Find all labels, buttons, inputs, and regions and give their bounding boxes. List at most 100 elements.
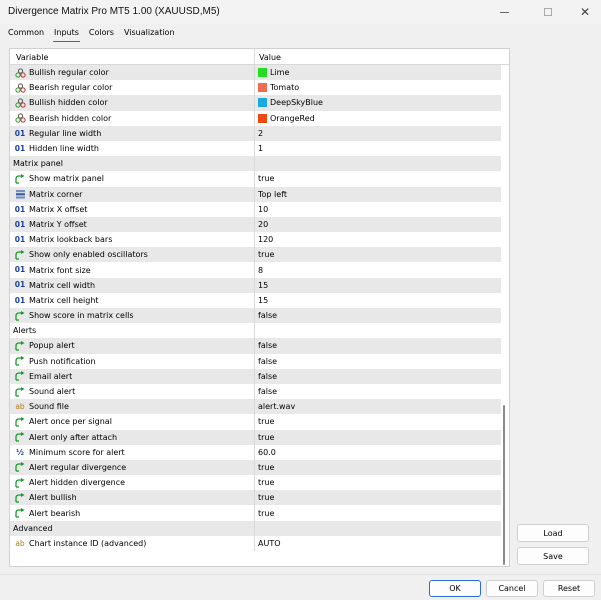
parameter-label: Matrix cell width (29, 280, 96, 290)
group-row[interactable]: Matrix panel (10, 156, 501, 172)
value-cell[interactable]: 15 (255, 293, 501, 308)
value-cell[interactable]: false (255, 338, 501, 353)
variable-cell: 01 Regular line width (10, 125, 255, 141)
parameter-label: Push notification (29, 356, 96, 366)
parameter-row[interactable]: Alert bullish true (10, 490, 501, 506)
parameter-row[interactable]: Bullish regular color Lime (10, 65, 501, 81)
parameter-row[interactable]: Popup alert false (10, 338, 501, 354)
value-cell[interactable]: DeepSkyBlue (255, 95, 501, 110)
maximize-button[interactable] (530, 0, 566, 24)
value-cell[interactable]: true (255, 475, 501, 490)
parameter-row[interactable]: Bullish hidden color DeepSkyBlue (10, 95, 501, 111)
value-cell[interactable]: true (255, 247, 501, 262)
value-cell (255, 323, 501, 338)
parameter-row[interactable]: 01 Regular line width 2 (10, 125, 501, 141)
value-cell[interactable]: false (255, 354, 501, 369)
value-cell[interactable]: true (255, 490, 501, 505)
color-icon (14, 98, 26, 108)
value-cell[interactable]: true (255, 460, 501, 475)
value-cell[interactable]: alert.wav (255, 399, 501, 414)
minimize-button[interactable] (486, 0, 522, 24)
parameter-row[interactable]: Sound alert false (10, 383, 501, 400)
value-cell[interactable]: 1 (255, 141, 501, 156)
value-cell[interactable]: OrangeRed (255, 111, 501, 126)
parameter-label: Bullish hidden color (29, 98, 108, 108)
parameter-label: Show score in matrix cells (29, 311, 134, 321)
value-cell[interactable]: 8 (255, 262, 501, 277)
value-cell[interactable]: 10 (255, 202, 501, 217)
bool-icon (14, 310, 26, 321)
value-cell[interactable]: Lime (255, 65, 501, 80)
parameter-row[interactable]: Bearish regular color Tomato (10, 80, 501, 96)
parameter-row[interactable]: Show score in matrix cells false (10, 308, 501, 324)
reset-button[interactable]: Reset (543, 580, 595, 597)
parameter-label: Bullish regular color (29, 68, 109, 78)
tab-visualization[interactable]: Visualization (120, 24, 179, 44)
value-cell[interactable]: true (255, 414, 501, 429)
parameter-row[interactable]: 01 Matrix font size 8 (10, 262, 501, 278)
value-cell[interactable]: 20 (255, 217, 501, 232)
value-cell[interactable]: AUTO (255, 536, 501, 551)
parameter-value: true (258, 174, 275, 184)
title-bar: Divergence Matrix Pro MT5 1.00 (XAUUSD,M… (0, 0, 601, 24)
value-cell[interactable]: false (255, 308, 501, 323)
parameter-value: true (258, 478, 275, 488)
value-cell[interactable]: true (255, 171, 501, 186)
value-cell[interactable]: 120 (255, 232, 501, 247)
tab-colors[interactable]: Colors (85, 24, 118, 44)
value-cell[interactable]: Tomato (255, 80, 501, 95)
value-cell[interactable]: true (255, 505, 501, 520)
parameter-row[interactable]: ab Sound file alert.wav (10, 399, 501, 415)
group-row[interactable]: Alerts (10, 323, 501, 339)
parameter-row[interactable]: 01 Matrix X offset 10 (10, 201, 501, 217)
value-cell[interactable]: false (255, 369, 501, 384)
load-button[interactable]: Load (517, 524, 589, 542)
parameter-row[interactable]: Alert hidden divergence true (10, 475, 501, 491)
variable-cell: Show matrix panel (10, 171, 255, 187)
value-cell[interactable]: 15 (255, 278, 501, 293)
bool-icon (14, 386, 26, 397)
tab-inputs[interactable]: Inputs (50, 24, 83, 44)
ok-button[interactable]: OK (429, 580, 481, 597)
parameter-row[interactable]: Email alert false (10, 368, 501, 384)
window-title: Divergence Matrix Pro MT5 1.00 (XAUUSD,M… (8, 6, 220, 17)
variable-cell: Alert bullish (10, 490, 255, 506)
parameter-row[interactable]: ½ Minimum score for alert 60.0 (10, 444, 501, 460)
parameter-row[interactable]: Show matrix panel true (10, 171, 501, 187)
value-cell[interactable]: 2 (255, 126, 501, 141)
variable-column-header[interactable]: Variable (10, 49, 255, 65)
parameter-row[interactable]: 01 Matrix cell height 15 (10, 292, 501, 308)
parameter-row[interactable]: Matrix corner Top left (10, 186, 501, 202)
parameter-label: Minimum score for alert (29, 447, 125, 457)
parameter-value: false (258, 311, 278, 321)
parameter-row[interactable]: 01 Matrix lookback bars 120 (10, 232, 501, 248)
value-cell[interactable]: true (255, 430, 501, 445)
scrollbar-thumb[interactable] (503, 405, 505, 565)
close-button[interactable]: ✕ (567, 0, 601, 24)
parameter-value: true (258, 493, 275, 503)
parameter-row[interactable]: 01 Hidden line width 1 (10, 140, 501, 157)
parameter-row[interactable]: Alert regular divergence true (10, 459, 501, 476)
group-row[interactable]: Advanced (10, 520, 501, 536)
variable-cell: 01 Matrix X offset (10, 201, 255, 217)
value-cell[interactable]: false (255, 384, 501, 399)
parameter-row[interactable]: Alert bearish true (10, 505, 501, 521)
variable-cell: 01 Matrix cell height (10, 292, 255, 308)
cancel-button[interactable]: Cancel (486, 580, 538, 597)
tab-common[interactable]: Common (4, 24, 48, 44)
vertical-scrollbar[interactable] (501, 65, 509, 566)
value-column-header[interactable]: Value (256, 49, 281, 65)
value-cell[interactable]: 60.0 (255, 445, 501, 460)
parameter-row[interactable]: Bearish hidden color OrangeRed (10, 110, 501, 126)
parameter-row[interactable]: Push notification false (10, 353, 501, 369)
parameter-row[interactable]: 01 Matrix Y offset 20 (10, 216, 501, 233)
value-cell[interactable]: Top left (255, 187, 501, 202)
string-icon: ab (15, 401, 25, 411)
parameter-row[interactable]: Alert only after attach true (10, 429, 501, 445)
parameter-row[interactable]: Show only enabled oscillators true (10, 247, 501, 263)
parameter-row[interactable]: Alert once per signal true (10, 414, 501, 430)
parameter-row[interactable]: ab Chart instance ID (advanced) AUTO (10, 535, 501, 551)
maximize-icon (544, 8, 552, 16)
parameter-row[interactable]: 01 Matrix cell width 15 (10, 277, 501, 293)
save-button[interactable]: Save (517, 547, 589, 565)
